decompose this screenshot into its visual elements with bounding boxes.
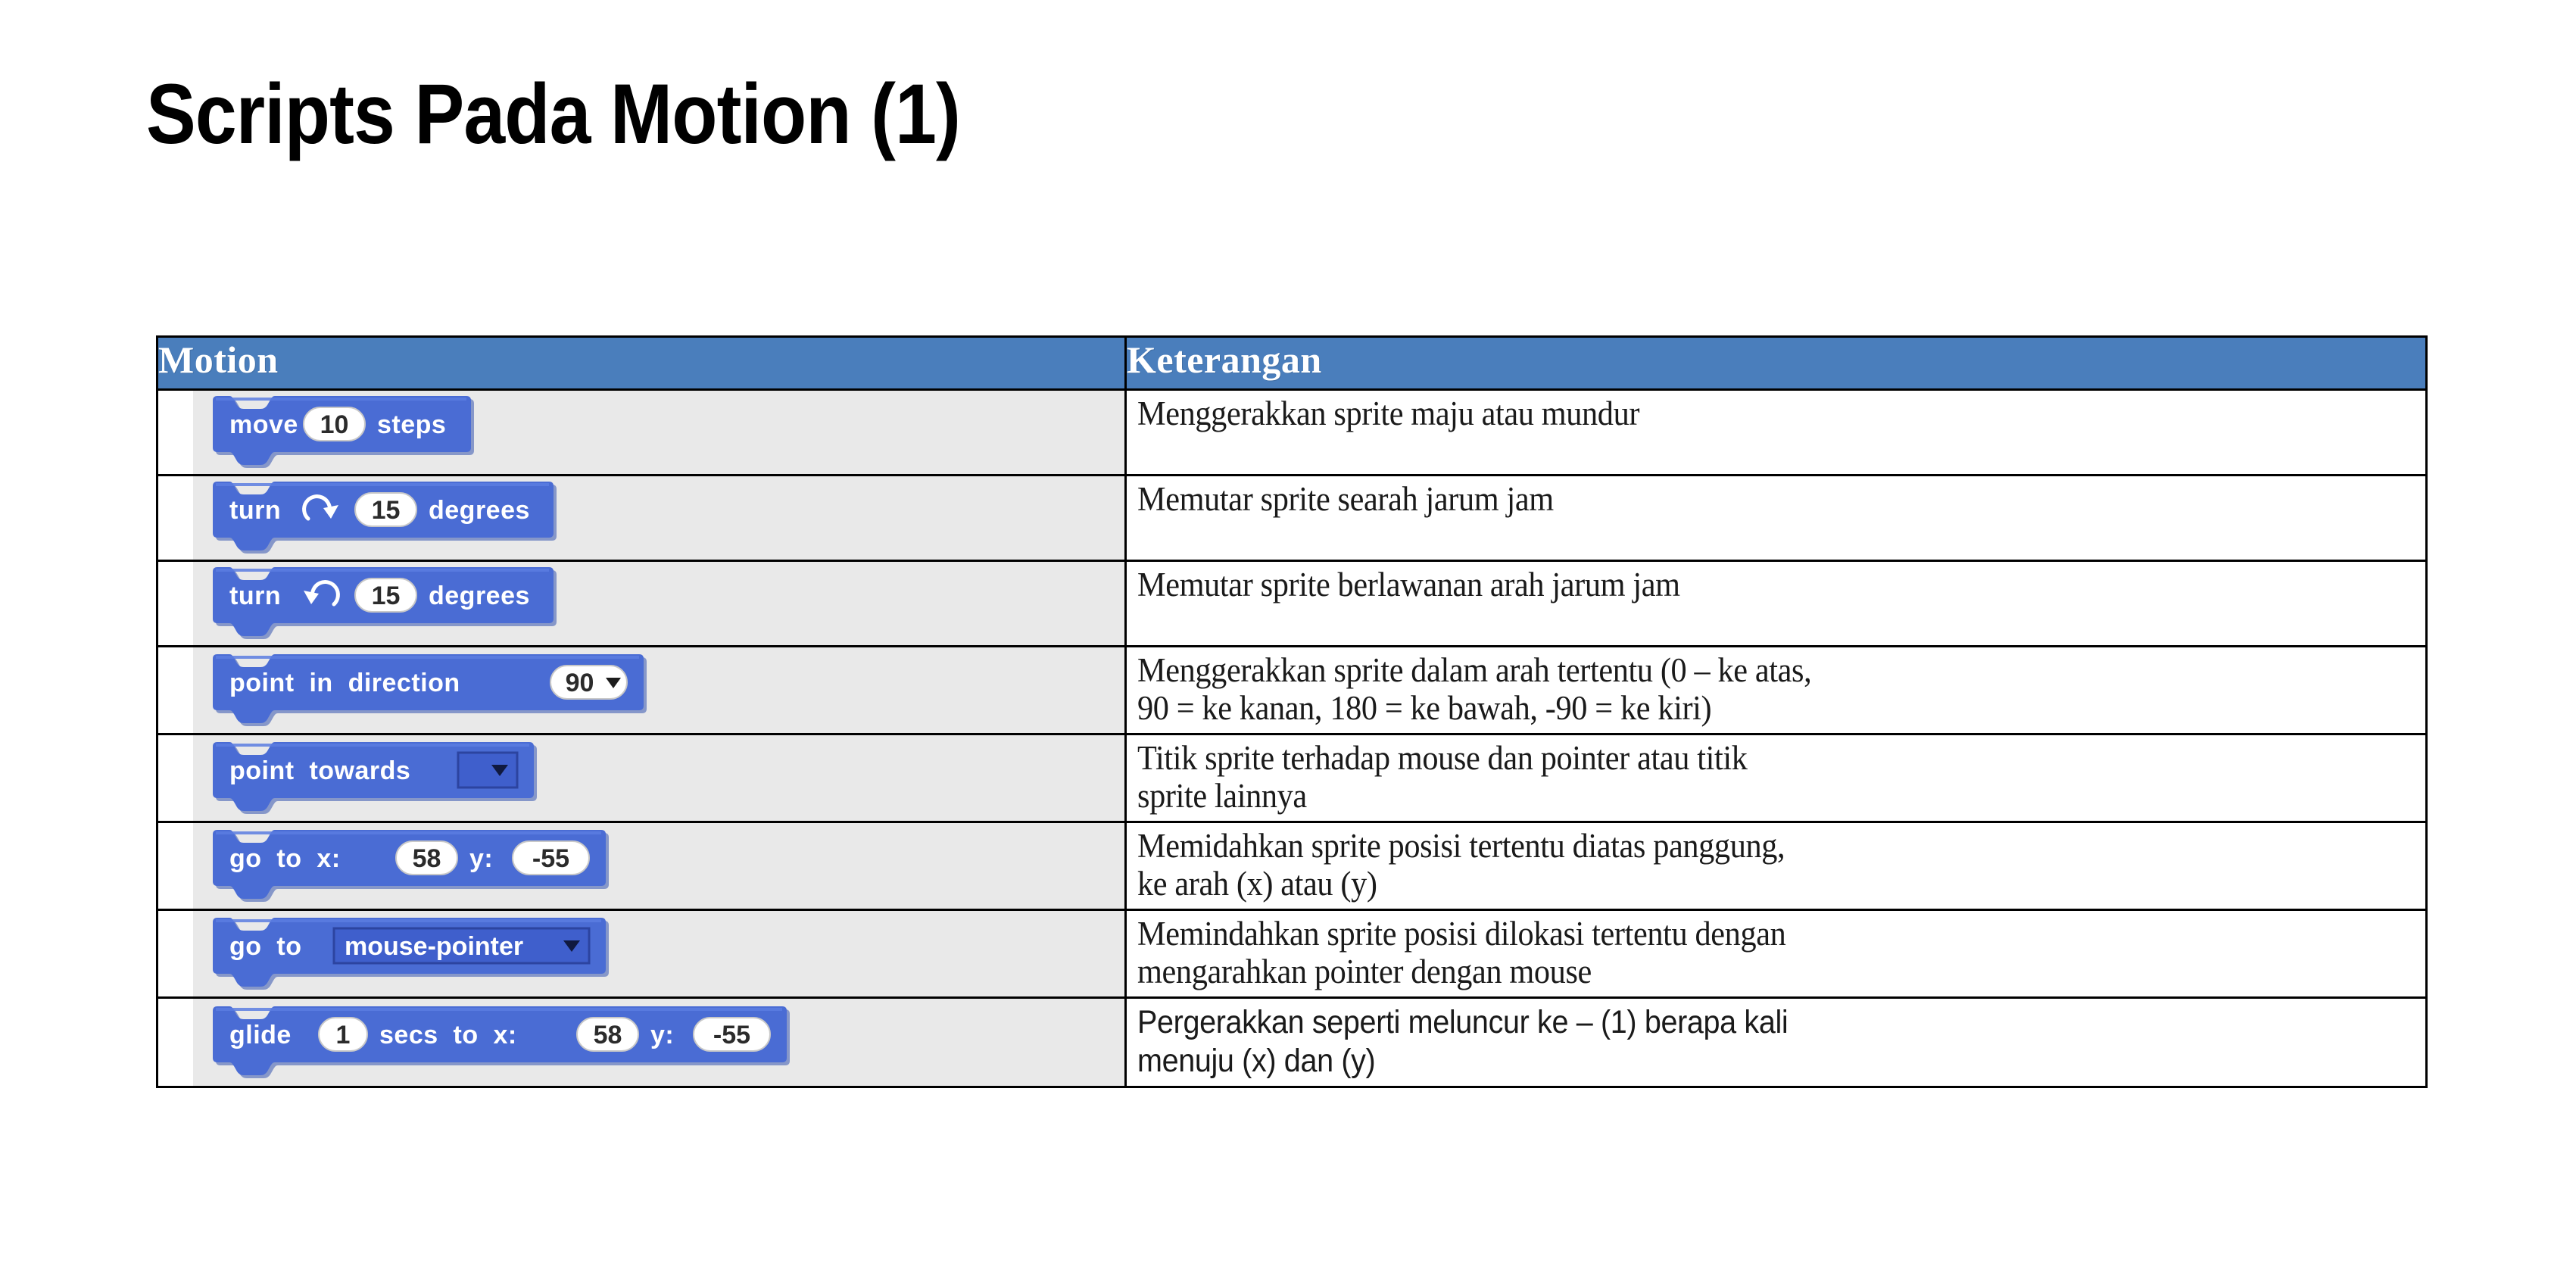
svg-text:10: 10 bbox=[320, 410, 349, 439]
svg-text:point towards: point towards bbox=[229, 756, 410, 785]
table-header: Motion Keterangan bbox=[156, 335, 2428, 391]
svg-text:mouse-pointer: mouse-pointer bbox=[345, 932, 523, 961]
description-cell: Memutar sprite berlawanan arah jarum jam bbox=[1124, 560, 2428, 647]
table-row: point towards Titik sprite terhadap mouse… bbox=[156, 733, 2428, 823]
column-header-keterangan: Keterangan bbox=[1124, 335, 2428, 391]
svg-text:y:: y: bbox=[650, 1021, 674, 1049]
point-in-direction-block[interactable]: point in direction 90 bbox=[213, 653, 650, 727]
svg-text:15: 15 bbox=[372, 582, 401, 610]
motion-block-cell: point towards bbox=[156, 733, 1127, 823]
motion-block-cell: go to mouse-pointer bbox=[156, 909, 1127, 999]
description-line: sprite lainnya bbox=[1137, 776, 1307, 815]
go-to-xy-block[interactable]: go to x: 58 y: -55 bbox=[213, 829, 612, 903]
table-row: move 10 steps Menggerakkan sprite maju atau… bbox=[156, 388, 2428, 476]
description-line: Menggerakkan sprite maju atau mundur bbox=[1137, 395, 1640, 432]
svg-text:steps: steps bbox=[377, 410, 446, 439]
description-line: Pergerakkan seperti meluncur ke – (1) be… bbox=[1137, 1004, 1789, 1040]
svg-text:1: 1 bbox=[336, 1021, 351, 1049]
description-cell: Menggerakkan sprite maju atau mundur bbox=[1124, 388, 2428, 476]
glide-secs-to-xy-block[interactable]: glide 1 secs to x: 58 y: -55 bbox=[213, 1006, 793, 1079]
table-row: point in direction 90 Menggerakkan sprite … bbox=[156, 645, 2428, 735]
svg-text:90: 90 bbox=[566, 669, 594, 697]
motion-block-cell: glide 1 secs to x: 58 y: -55 bbox=[156, 996, 1127, 1089]
motion-block-cell: move 10 steps bbox=[156, 388, 1127, 476]
svg-text:15: 15 bbox=[372, 496, 401, 525]
svg-text:-55: -55 bbox=[532, 844, 569, 873]
table-row: go to mouse-pointer Memindahkan sprite pos… bbox=[156, 909, 2428, 999]
page-title: Scripts Pada Motion (1) bbox=[146, 67, 961, 161]
description-line: Titik sprite terhadap mouse dan pointer … bbox=[1137, 739, 1748, 777]
svg-text:-55: -55 bbox=[713, 1021, 750, 1049]
description-cell: Pergerakkan seperti meluncur ke – (1) be… bbox=[1124, 996, 2428, 1089]
svg-text:move: move bbox=[229, 410, 298, 439]
point-towards-block[interactable]: point towards bbox=[213, 741, 540, 815]
motion-reference-table: Motion Keterangan move 10 steps Menggerakka… bbox=[156, 335, 2428, 1089]
column-header-motion: Motion bbox=[156, 335, 1127, 391]
motion-block-cell: go to x: 58 y: -55 bbox=[156, 821, 1127, 911]
svg-text:point in direction: point in direction bbox=[229, 669, 460, 697]
description-line: mengarahkan pointer dengan mouse bbox=[1137, 952, 1592, 990]
description-cell: Titik sprite terhadap mouse dan pointer … bbox=[1124, 733, 2428, 823]
description-cell: Menggerakkan sprite dalam arah tertentu … bbox=[1124, 645, 2428, 735]
svg-text:58: 58 bbox=[594, 1021, 622, 1049]
motion-block-cell: turn 15 degrees bbox=[156, 474, 1127, 562]
description-cell: Memindahkan sprite posisi dilokasi terte… bbox=[1124, 909, 2428, 999]
description-cell: Memutar sprite searah jarum jam bbox=[1124, 474, 2428, 562]
svg-text:degrees: degrees bbox=[429, 582, 530, 610]
svg-text:go to: go to bbox=[229, 932, 302, 961]
description-line: Menggerakkan sprite dalam arah tertentu … bbox=[1137, 651, 1812, 689]
description-cell: Memidahkan sprite posisi tertentu diatas… bbox=[1124, 821, 2428, 911]
turn-counterclockwise-degrees-block[interactable]: turn 15 degrees bbox=[213, 567, 560, 640]
table-row: turn 15 degrees Memutar sprite berlawanan a… bbox=[156, 560, 2428, 647]
svg-text:y:: y: bbox=[469, 844, 493, 873]
table-row: turn 15 degrees Memutar sprite searah jarum… bbox=[156, 474, 2428, 562]
svg-text:turn: turn bbox=[229, 496, 281, 525]
description-line: Memutar sprite searah jarum jam bbox=[1137, 480, 1554, 518]
table-body: move 10 steps Menggerakkan sprite maju atau… bbox=[156, 388, 2428, 1089]
svg-text:glide: glide bbox=[229, 1021, 292, 1049]
description-line: ke arah (x) atau (y) bbox=[1137, 864, 1377, 903]
svg-text:58: 58 bbox=[413, 844, 441, 873]
svg-text:degrees: degrees bbox=[429, 496, 530, 525]
svg-text:turn: turn bbox=[229, 582, 281, 610]
go-to-target-block[interactable]: go to mouse-pointer bbox=[213, 917, 612, 990]
move-steps-block[interactable]: move 10 steps bbox=[213, 396, 477, 469]
motion-block-cell: turn 15 degrees bbox=[156, 560, 1127, 647]
table-row: go to x: 58 y: -55 Memidahkan sprite posisi … bbox=[156, 821, 2428, 911]
description-line: Memindahkan sprite posisi dilokasi terte… bbox=[1137, 915, 1786, 953]
svg-text:secs to x:: secs to x: bbox=[379, 1021, 517, 1049]
description-line: menuju (x) dan (y) bbox=[1137, 1042, 1376, 1079]
table-header-row: Motion Keterangan bbox=[156, 335, 2428, 391]
table-row: glide 1 secs to x: 58 y: -55 Pergerakkan seper… bbox=[156, 996, 2428, 1089]
turn-clockwise-degrees-block[interactable]: turn 15 degrees bbox=[213, 482, 560, 554]
description-line: Memidahkan sprite posisi tertentu diatas… bbox=[1137, 827, 1785, 865]
svg-text:go to x:: go to x: bbox=[229, 844, 341, 873]
description-line: 90 = ke kanan, 180 = ke bawah, -90 = ke … bbox=[1137, 688, 1712, 727]
description-line: Memutar sprite berlawanan arah jarum jam bbox=[1137, 566, 1680, 603]
motion-block-cell: point in direction 90 bbox=[156, 645, 1127, 735]
